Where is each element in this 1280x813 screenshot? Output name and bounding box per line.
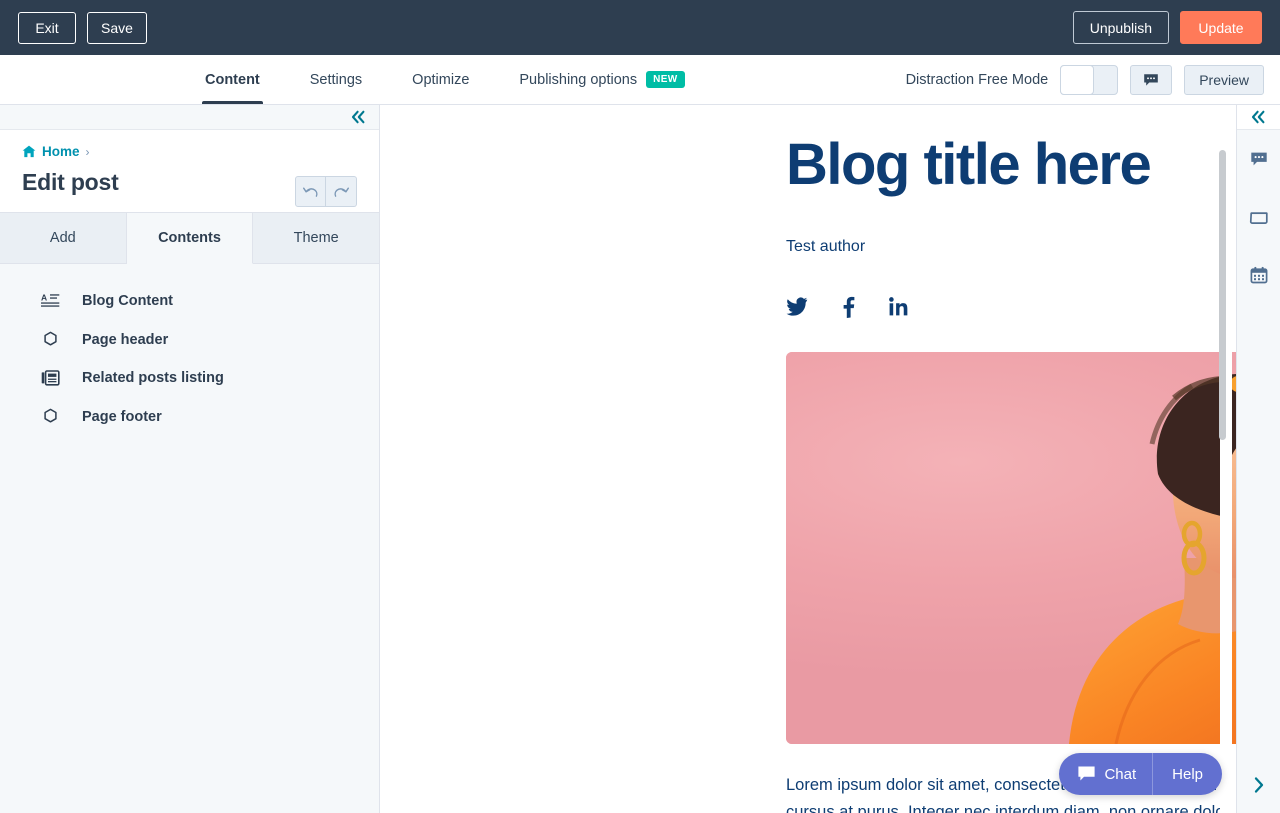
undo-button[interactable] bbox=[295, 176, 326, 207]
sidebar-collapse-button[interactable] bbox=[0, 105, 379, 130]
home-icon bbox=[22, 145, 36, 158]
module-icon bbox=[40, 331, 60, 348]
sidebar-item-label: Blog Content bbox=[82, 293, 174, 309]
left-sidebar: Home › Edit post Add Contents Theme A Bl… bbox=[0, 105, 380, 813]
redo-button[interactable] bbox=[326, 176, 357, 207]
sidebar-item-page-footer[interactable]: Page footer bbox=[0, 397, 379, 436]
blog-title[interactable]: Blog title here bbox=[786, 127, 1186, 196]
breadcrumb-home-link[interactable]: Home bbox=[42, 144, 80, 159]
sidebar-tab-add[interactable]: Add bbox=[0, 213, 127, 264]
svg-text:A: A bbox=[41, 293, 47, 303]
right-rail-expand-button[interactable] bbox=[1237, 775, 1280, 795]
sidebar-header: Home › Edit post bbox=[0, 130, 379, 213]
unpublish-button[interactable]: Unpublish bbox=[1072, 11, 1169, 44]
facebook-icon[interactable] bbox=[842, 296, 855, 318]
top-action-bar: Exit Save Unpublish Update bbox=[0, 0, 1280, 55]
sidebar-tab-contents[interactable]: Contents bbox=[126, 213, 254, 264]
preview-button[interactable]: Preview bbox=[1184, 64, 1264, 95]
breadcrumb-separator: › bbox=[85, 144, 90, 159]
calendar-icon bbox=[1250, 266, 1267, 284]
undo-icon bbox=[303, 187, 318, 197]
distraction-free-mode-label: Distraction Free Mode bbox=[905, 71, 1049, 88]
twitter-icon[interactable] bbox=[786, 297, 808, 317]
card-window-icon bbox=[1249, 211, 1268, 224]
sidebar-item-label: Page header bbox=[82, 331, 169, 348]
editor-nav-bar: Content Settings Optimize Publishing opt… bbox=[0, 55, 1280, 105]
chat-button[interactable]: Chat bbox=[1059, 753, 1154, 795]
sidebar-tab-theme[interactable]: Theme bbox=[253, 213, 380, 264]
editor-body: Home › Edit post Add Contents Theme A Bl… bbox=[0, 105, 1280, 813]
breadcrumb: Home › bbox=[22, 144, 357, 159]
tab-content-label: Content bbox=[205, 71, 260, 88]
rail-card-window-button[interactable] bbox=[1237, 188, 1280, 246]
double-chevron-left-icon bbox=[351, 110, 365, 124]
sidebar-content-list: A Blog Content Page header Related posts… bbox=[0, 264, 379, 813]
redo-icon bbox=[333, 187, 349, 197]
sidebar-item-page-header[interactable]: Page header bbox=[0, 320, 379, 359]
canvas-scrollbar-track[interactable] bbox=[1219, 105, 1232, 813]
distraction-free-mode-toggle[interactable] bbox=[1060, 64, 1119, 95]
blog-author[interactable]: Test author bbox=[786, 238, 1186, 256]
tab-optimize[interactable]: Optimize bbox=[387, 55, 494, 104]
save-button[interactable]: Save bbox=[87, 11, 147, 44]
sidebar-tab-list: Add Contents Theme bbox=[0, 213, 380, 264]
module-icon bbox=[40, 408, 60, 425]
help-label: Help bbox=[1172, 765, 1203, 783]
blog-hero-image[interactable] bbox=[786, 351, 1236, 744]
comment-icon bbox=[1144, 73, 1159, 86]
chat-label: Chat bbox=[1104, 765, 1137, 783]
tab-publishing-options[interactable]: Publishing options NEW bbox=[494, 55, 709, 104]
hero-illustration bbox=[1069, 373, 1236, 744]
sidebar-item-label: Related posts listing bbox=[82, 370, 224, 386]
text-block-icon: A bbox=[40, 293, 60, 309]
tab-settings[interactable]: Settings bbox=[285, 55, 387, 104]
undo-redo-group bbox=[295, 176, 357, 207]
sidebar-item-label: Page footer bbox=[82, 408, 162, 425]
listing-icon bbox=[40, 370, 60, 386]
rail-comments-button[interactable] bbox=[1237, 130, 1280, 188]
sidebar-tab-add-label: Add bbox=[49, 230, 76, 246]
double-chevron-left-icon bbox=[1251, 110, 1265, 124]
sidebar-item-related-posts-listing[interactable]: Related posts listing bbox=[0, 359, 379, 397]
linkedin-icon[interactable] bbox=[889, 297, 908, 316]
rail-calendar-button[interactable] bbox=[1237, 246, 1280, 304]
toggle-knob bbox=[1060, 64, 1095, 95]
nav-tab-list: Content Settings Optimize Publishing opt… bbox=[180, 55, 710, 104]
tab-content[interactable]: Content bbox=[180, 55, 285, 104]
top-bar-left-group: Exit Save bbox=[18, 11, 147, 44]
top-bar-right-group: Unpublish Update bbox=[1072, 11, 1262, 44]
exit-button[interactable]: Exit bbox=[18, 11, 76, 44]
new-badge: NEW bbox=[646, 71, 685, 88]
tab-publishing-options-label: Publishing options bbox=[519, 71, 638, 88]
chevron-right-icon bbox=[1254, 777, 1263, 793]
right-rail bbox=[1236, 105, 1280, 813]
blog-preview-canvas: Blog title here Test author Lorem ipsum … bbox=[380, 105, 1236, 813]
chat-bubble-icon bbox=[1078, 766, 1096, 781]
right-rail-collapse-button[interactable] bbox=[1237, 105, 1280, 130]
sidebar-tab-theme-label: Theme bbox=[293, 230, 339, 246]
chat-widget: Chat Help bbox=[1059, 753, 1222, 795]
comment-icon bbox=[1250, 152, 1267, 165]
help-button[interactable]: Help bbox=[1153, 753, 1222, 795]
tab-optimize-label: Optimize bbox=[412, 71, 470, 88]
tab-settings-label: Settings bbox=[309, 71, 363, 88]
nav-right-controls: Distraction Free Mode Preview bbox=[906, 55, 1280, 104]
update-button[interactable]: Update bbox=[1180, 11, 1262, 44]
canvas-scrollbar-thumb[interactable] bbox=[1219, 150, 1226, 440]
social-share-row bbox=[786, 296, 1186, 318]
comments-button[interactable] bbox=[1130, 64, 1173, 95]
sidebar-tab-contents-label: Contents bbox=[158, 230, 221, 246]
sidebar-item-blog-content[interactable]: A Blog Content bbox=[0, 282, 379, 320]
blog-preview-content: Blog title here Test author Lorem ipsum … bbox=[380, 105, 1236, 813]
